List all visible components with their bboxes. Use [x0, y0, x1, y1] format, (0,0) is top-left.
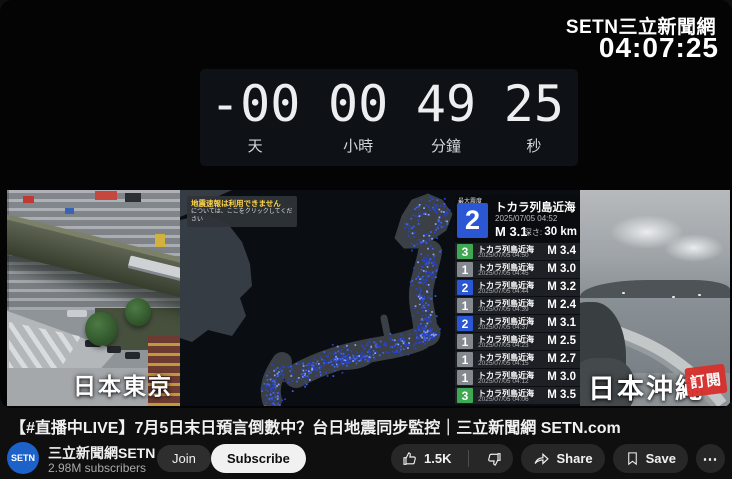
- camera-timestamp: 2025-07-05 05:07:20: [586, 195, 670, 204]
- earthquake-row: 1トカラ列島近海2025/07/05 04:45M 3.0: [455, 261, 580, 278]
- join-button[interactable]: Join: [157, 445, 211, 472]
- featured-earthquake: 最大震度 2 トカラ列島近海 2025/07/05 04:52 M 3.1 深さ…: [455, 195, 580, 242]
- quake-depth: 深さ: 30 km: [524, 226, 577, 238]
- eew-unavailable-tooltip: 地震速報は利用できません については、ここをクリックしてください: [187, 196, 297, 227]
- subscribe-button[interactable]: Subscribe: [211, 444, 306, 473]
- quake-datetime: 2025/07/05 04:37: [478, 324, 529, 331]
- okinawa-camera-feed: 2025-07-05 05:07:20 日本沖繩 訂閱: [580, 190, 730, 406]
- bookmark-icon: [625, 451, 640, 466]
- quake-place: トカラ列島近海: [495, 199, 576, 215]
- more-button[interactable]: ⋯: [696, 444, 725, 473]
- car: [125, 352, 140, 359]
- quake-datetime: 2025/07/05 04:23: [478, 342, 529, 349]
- dislike-button[interactable]: [475, 444, 513, 473]
- intensity-badge: 2: [457, 280, 473, 295]
- quake-magnitude: M 3.4: [547, 245, 576, 257]
- quake-magnitude: M 3.0: [547, 263, 576, 275]
- van: [67, 310, 87, 317]
- sign: [23, 196, 34, 203]
- sign: [125, 193, 141, 202]
- divider: [468, 450, 469, 467]
- video-player[interactable]: SETN三立新聞網 04:07:25 -00 天 00 小時 49 分鐘 25 …: [0, 0, 732, 408]
- intensity-badge: 3: [457, 244, 473, 259]
- channel-row: SETN 三立新聞網SETN✓ 2.98M subscribers Join S…: [7, 440, 725, 479]
- intensity-badge: 3: [457, 388, 473, 403]
- channel-name[interactable]: 三立新聞網SETN✓: [48, 443, 168, 463]
- video-title: 【#直播中LIVE】7月5日末日預言倒數中？台日地震同步監控｜三立新聞網 SET…: [10, 414, 722, 438]
- earthquake-row: 2トカラ列島近海2025/07/05 04:37M 3.1: [455, 315, 580, 332]
- landmass-korea: [180, 214, 252, 342]
- tooltip-line1: 地震速報は利用できません: [191, 199, 293, 208]
- channel-avatar[interactable]: SETN: [7, 442, 39, 474]
- save-button[interactable]: Save: [613, 444, 688, 473]
- like-count: 1.5K: [424, 451, 451, 466]
- quake-magnitude: M 3.1: [547, 317, 576, 329]
- quake-datetime: 2025/07/05 04:06: [478, 396, 529, 403]
- tooltip-line2: については、ここをクリックしてください: [191, 208, 293, 224]
- earthquake-row: 1トカラ列島近海2025/07/05 04:39M 2.4: [455, 297, 580, 314]
- intensity-badge: 1: [457, 370, 473, 385]
- quake-datetime: 2025/07/05 04:12: [478, 378, 529, 385]
- like-dislike-group: 1.5K: [391, 444, 513, 473]
- video-actions: 1.5K Share Save ⋯: [391, 444, 725, 473]
- earthquake-row: 2トカラ列島近海2025/07/05 04:44M 3.2: [455, 279, 580, 296]
- thumbs-up-icon: [402, 451, 418, 467]
- quake-datetime: 2025/07/05 04:39: [478, 306, 529, 313]
- tree: [125, 298, 151, 326]
- tokyo-camera-label: 日本東京: [73, 367, 173, 401]
- quake-datetime: 2025/07/05 04:44: [478, 288, 529, 295]
- thumbs-down-icon: [486, 451, 502, 467]
- sign: [95, 191, 117, 200]
- landmass-noto: [384, 318, 388, 338]
- share-icon: [533, 450, 550, 467]
- clock-overlay: 04:07:25: [599, 32, 719, 64]
- tree: [85, 312, 117, 346]
- sign: [155, 234, 165, 247]
- quake-magnitude: M 2.5: [547, 335, 576, 347]
- intensity-badge: 1: [457, 334, 473, 349]
- countdown-minutes: 49 分鐘: [416, 75, 476, 166]
- earthquake-row: 1トカラ列島近海2025/07/05 04:23M 2.5: [455, 333, 580, 350]
- earthquake-rows: 3トカラ列島近海2025/07/05 04:50M 3.41トカラ列島近海202…: [455, 243, 580, 404]
- earthquake-list: 最大震度 2 トカラ列島近海 2025/07/05 04:52 M 3.1 深さ…: [455, 195, 580, 405]
- like-button[interactable]: 1.5K: [391, 444, 462, 473]
- earthquake-row: 1トカラ列島近海2025/07/05 04:12M 3.0: [455, 369, 580, 386]
- car: [107, 346, 121, 353]
- earthquake-row: 1トカラ列島近海2025/07/05 04:15M 2.7: [455, 351, 580, 368]
- quake-datetime: 2025/07/05 04:52: [495, 214, 557, 223]
- intensity-badge: 2: [457, 316, 473, 331]
- countdown-seconds: 25 秒: [504, 75, 564, 166]
- tokyo-camera-feed: 日本東京: [7, 190, 180, 406]
- train: [128, 255, 180, 290]
- intensity-badge: 1: [457, 298, 473, 313]
- subscriber-count: 2.98M subscribers: [48, 461, 146, 475]
- share-button[interactable]: Share: [521, 444, 604, 473]
- quake-magnitude: M 2.4: [547, 299, 576, 311]
- countdown-hours: 00 小時: [328, 75, 388, 166]
- earthquake-map: 地震速報は利用できません については、ここをクリックしてください 最大震度 2 …: [180, 190, 580, 406]
- quake-magnitude: M 3.1: [495, 224, 528, 239]
- sign: [65, 208, 74, 214]
- quake-datetime: 2025/07/05 04:45: [478, 270, 529, 277]
- intensity-badge: 2: [457, 203, 488, 238]
- earthquake-row: 3トカラ列島近海2025/07/05 04:06M 3.5: [455, 387, 580, 404]
- quake-magnitude: M 3.0: [547, 371, 576, 383]
- countdown-days: -00 天: [210, 75, 300, 166]
- quake-magnitude: M 3.5: [547, 389, 576, 401]
- intensity-badge: 1: [457, 352, 473, 367]
- countdown-panel: -00 天 00 小時 49 分鐘 25 秒: [200, 69, 578, 166]
- quake-magnitude: M 3.2: [547, 281, 576, 293]
- subscribe-stamp: 訂閱: [684, 364, 727, 398]
- quake-datetime: 2025/07/05 04:50: [478, 252, 529, 259]
- quake-magnitude: M 2.7: [547, 353, 576, 365]
- intensity-badge: 1: [457, 262, 473, 277]
- quake-datetime: 2025/07/05 04:15: [478, 360, 529, 367]
- earthquake-row: 3トカラ列島近海2025/07/05 04:50M 3.4: [455, 243, 580, 260]
